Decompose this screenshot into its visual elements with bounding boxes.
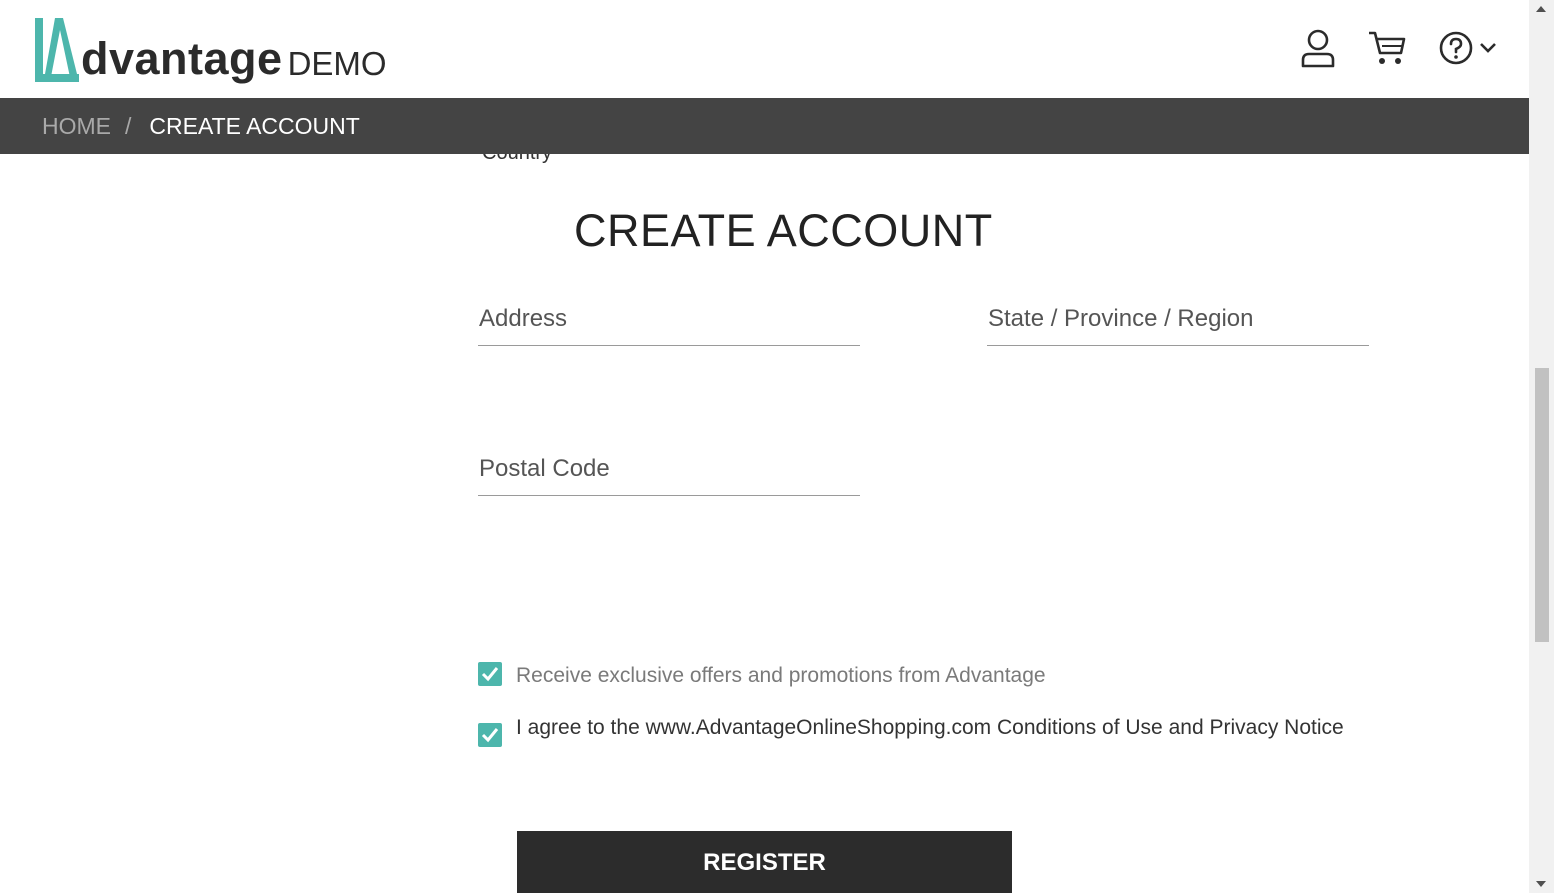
address-field	[478, 305, 860, 346]
offers-checkbox-row: Receive exclusive offers and promotions …	[478, 662, 1046, 690]
logo[interactable]: dvantage DEMO	[33, 14, 387, 84]
header-icons	[1300, 28, 1497, 68]
agree-checkbox[interactable]	[478, 723, 502, 747]
scrollbar-thumb[interactable]	[1535, 368, 1549, 642]
state-field	[987, 305, 1369, 346]
breadcrumb-separator: /	[125, 112, 132, 139]
agree-label: I agree to the www.AdvantageOnlineShoppi…	[516, 714, 1344, 742]
offers-checkbox[interactable]	[478, 662, 502, 686]
user-icon[interactable]	[1300, 28, 1336, 68]
scroll-up-arrow-icon[interactable]	[1536, 6, 1546, 12]
postal-code-field	[478, 455, 860, 496]
agree-prefix-text: I agree to the www.AdvantageOnlineShoppi…	[516, 716, 997, 739]
register-button[interactable]: REGISTER	[517, 831, 1012, 893]
cart-icon[interactable]	[1368, 29, 1406, 67]
check-icon	[481, 728, 499, 743]
agree-and-text: and	[1162, 716, 1210, 739]
logo-demo-text: DEMO	[287, 45, 387, 82]
logo-a-mark-icon	[35, 18, 79, 82]
agree-checkbox-row: I agree to the www.AdvantageOnlineShoppi…	[478, 714, 1344, 747]
breadcrumb: HOME / CREATE ACCOUNT	[0, 98, 1529, 154]
help-menu[interactable]	[1439, 31, 1497, 65]
scroll-down-arrow-icon[interactable]	[1536, 881, 1546, 887]
vertical-scrollbar[interactable]	[1529, 0, 1554, 893]
page-title: CREATE ACCOUNT	[574, 205, 993, 256]
help-icon[interactable]	[1439, 31, 1473, 65]
site-header: dvantage DEMO	[0, 0, 1529, 98]
breadcrumb-current: CREATE ACCOUNT	[149, 112, 360, 139]
page-viewport: dvantage DEMO HOME / CREATE ACCOUNT CREA…	[0, 0, 1529, 893]
offers-label: Receive exclusive offers and promotions …	[516, 664, 1046, 687]
chevron-down-icon[interactable]	[1479, 42, 1497, 54]
state-province-region-input[interactable]	[987, 305, 1369, 346]
check-icon	[481, 667, 499, 682]
postal-code-input[interactable]	[478, 455, 860, 496]
logo-text: dvantage	[81, 33, 283, 84]
address-input[interactable]	[478, 305, 860, 346]
breadcrumb-home-link[interactable]: HOME	[42, 113, 111, 140]
privacy-notice-link[interactable]: Privacy Notice	[1209, 716, 1343, 739]
conditions-of-use-link[interactable]: Conditions of Use	[997, 716, 1163, 739]
